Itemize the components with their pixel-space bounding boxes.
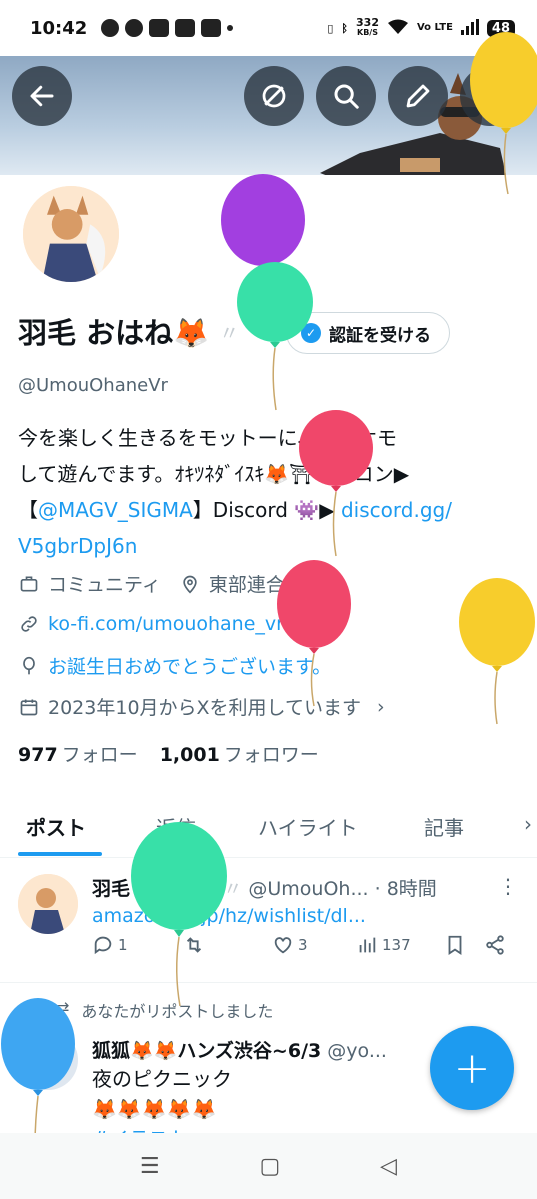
balloon-green-icon <box>131 822 227 1007</box>
post-author-name[interactable]: 狐狐🦊🦊ハンズ渋谷~6/3 <box>92 1040 321 1062</box>
bio-line: 今を楽しく生きるをモットーに、ケモケモ <box>18 426 397 450</box>
analytics-icon <box>359 937 376 953</box>
profile-tabs: ポスト 返信 ハイライト 記事 › <box>0 800 537 858</box>
tab-articles[interactable]: 記事 <box>424 812 464 841</box>
link-icon <box>18 613 40 635</box>
tab-highlights[interactable]: ハイライト <box>258 812 358 841</box>
status-time: 10:42 <box>30 17 88 39</box>
post-hashtag[interactable]: #イラスト <box>92 1124 232 1133</box>
post-header: 狐狐🦊🦊ハンズ渋谷~6/3 @yo... <box>92 1036 387 1063</box>
tabs-scroll-chevron-icon[interactable]: › <box>524 812 532 836</box>
post-author-handle: @yo... <box>327 1040 387 1062</box>
system-nav-bar: ☰ ▢ ◁ <box>0 1133 537 1199</box>
search-icon <box>334 84 359 109</box>
search-button[interactable] <box>316 66 376 126</box>
heart-icon <box>274 937 292 954</box>
profile-category: コミュニティ <box>48 574 161 596</box>
followers-link[interactable]: 1,001 フォロワー <box>160 740 319 767</box>
bio-discord-link-cont[interactable]: V5gbrDpJ6n <box>18 534 137 558</box>
more-dot-icon <box>227 25 234 31</box>
active-tab-indicator <box>18 852 102 856</box>
balloon-icon <box>18 655 40 677</box>
post-time: · 8時間 <box>374 878 437 900</box>
back-button[interactable] <box>12 66 72 126</box>
grok-button[interactable] <box>244 66 304 126</box>
bio-line: して遊んでます。ｵｷﾂﾈﾀﾞｲｽｷ🦊⛩アイコン▶ <box>18 462 410 486</box>
chevron-right-icon: › <box>376 695 385 718</box>
meta-website: ko-fi.com/umouohane_vr <box>18 613 284 635</box>
notification-icons <box>101 19 234 37</box>
net-speed: 332 KB/S <box>356 16 379 37</box>
reply-button[interactable]: 1 <box>92 934 128 956</box>
follow-counts: 977 フォロー 1,001 フォロワー <box>18 740 319 767</box>
profile-bio: 今を楽しく生きるをモットーに、ケモケモ して遊んでます。ｵｷﾂﾈﾀﾞｲｽｷ🦊⛩ア… <box>18 420 508 564</box>
balloon-green-icon <box>237 262 313 411</box>
pencil-icon <box>406 84 430 108</box>
profile-handle: @UmouOhaneVr <box>18 375 168 396</box>
wifi-icon <box>387 19 409 38</box>
profile-avatar[interactable] <box>20 183 122 285</box>
volte-label: Vo LTE <box>416 22 453 33</box>
discord-icon <box>175 19 196 37</box>
post-author-handle: @UmouOh... <box>248 878 369 900</box>
following-link[interactable]: 977 フォロー <box>18 740 138 767</box>
post-divider <box>0 982 537 983</box>
briefcase-icon <box>18 573 40 595</box>
post-item[interactable]: 羽毛 おはね🦊 〃 @UmouOh... · 8時間 ⋮ amazon.co.j… <box>0 860 537 982</box>
facebook-icon <box>125 19 144 37</box>
get-verified-label: 認証を受ける <box>329 325 431 346</box>
bookmark-button[interactable] <box>444 934 466 956</box>
compose-fab[interactable]: + <box>430 1026 514 1110</box>
avatar-image <box>23 186 119 282</box>
recent-apps-button[interactable]: ☰ <box>140 1154 160 1179</box>
post-body: 夜のピクニック 🦊🦊🦊🦊🦊 #イラスト <box>92 1064 232 1133</box>
bio-line: 【@MAGV_SIGMA】Discord 👾▶ discord.gg/ <box>18 498 452 522</box>
display-name: 羽毛 おはね🦊 <box>18 316 210 350</box>
arrow-left-icon <box>30 85 54 107</box>
balloon-yellow-icon <box>470 32 537 195</box>
balloon-red-icon <box>299 410 373 557</box>
back-nav-button[interactable]: ◁ <box>380 1154 397 1179</box>
home-button[interactable]: ▢ <box>260 1154 281 1179</box>
tab-posts[interactable]: ポスト <box>26 812 86 841</box>
profile-website-link[interactable]: ko-fi.com/umouohane_vr <box>48 613 284 635</box>
slash-circle-icon <box>262 84 286 108</box>
post-author-avatar[interactable] <box>18 874 78 934</box>
edit-button[interactable] <box>388 66 448 126</box>
discord-icon <box>149 19 170 37</box>
bluetooth-icon: ᛒ <box>341 21 349 35</box>
vibrate-icon: ▯ <box>327 21 334 35</box>
post-more-icon[interactable]: ⋮ <box>498 874 518 898</box>
bio-line: V5gbrDpJ6n <box>18 528 508 564</box>
discord-icon <box>201 19 222 37</box>
share-icon <box>486 935 504 955</box>
reply-icon <box>94 936 112 955</box>
share-button[interactable] <box>484 934 506 956</box>
facebook-icon <box>101 19 120 37</box>
views-button[interactable]: 137 <box>356 934 411 956</box>
display-name-row: 羽毛 おはね🦊 〃 <box>18 310 239 352</box>
balloon-yellow-icon <box>459 578 535 725</box>
like-button[interactable]: 3 <box>272 934 308 956</box>
balloon-red-icon <box>277 560 351 707</box>
bio-mention-link[interactable]: @MAGV_SIGMA <box>38 498 193 522</box>
status-bar: 10:42 ▯ ᛒ 332 KB/S Vo LTE 48 <box>0 0 537 56</box>
bookmark-icon <box>448 935 462 955</box>
calendar-icon <box>18 696 40 718</box>
location-pin-icon <box>179 573 201 595</box>
